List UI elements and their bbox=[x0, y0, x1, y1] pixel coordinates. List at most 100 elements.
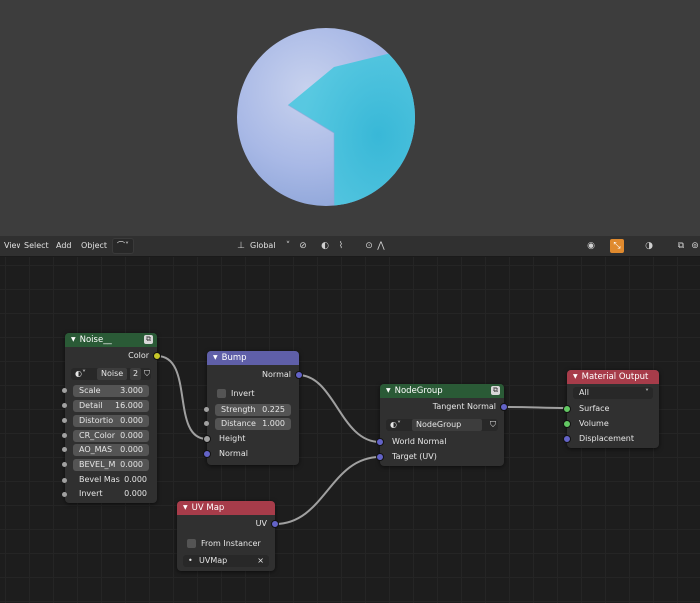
color-output-socket[interactable] bbox=[153, 352, 161, 360]
slot-dropdown[interactable]: ⌒˅ bbox=[112, 238, 134, 254]
from-instancer-checkbox[interactable] bbox=[187, 539, 196, 548]
strength-socket[interactable] bbox=[204, 407, 209, 412]
node-title: Material Output bbox=[581, 372, 649, 382]
overlay-icon[interactable]: ⧉ bbox=[674, 239, 688, 253]
volume-input: Volume bbox=[563, 417, 659, 431]
node-title: UV Map bbox=[191, 503, 225, 513]
world-normal-socket[interactable] bbox=[376, 438, 384, 446]
socket-label: Color bbox=[128, 351, 149, 360]
uv-icon: • bbox=[188, 556, 193, 565]
snap-target-icon[interactable]: ⌇ bbox=[334, 239, 348, 253]
node-group-icon: ⧉ bbox=[144, 335, 153, 344]
normal-input-socket[interactable] bbox=[203, 450, 211, 458]
input-socket[interactable] bbox=[62, 418, 67, 423]
distance-socket[interactable] bbox=[204, 421, 209, 426]
collapse-icon[interactable]: ▼ bbox=[213, 354, 218, 361]
object-menu[interactable]: Object bbox=[77, 239, 112, 253]
distortion-field[interactable]: Distortio 0.000 bbox=[73, 415, 149, 427]
collapse-icon[interactable]: ▼ bbox=[71, 336, 76, 343]
scale-field[interactable]: Scale 3.000 bbox=[73, 385, 149, 397]
strength-field[interactable]: Strength 0.225 bbox=[215, 404, 291, 416]
normal-input: Normal bbox=[203, 447, 299, 461]
node-editor-canvas[interactable]: ▼ Noise__ ⧉ Color ◐˅ Noise 2 ⛉ Scale 3.000… bbox=[0, 257, 700, 603]
gizmo-toggle-icon[interactable]: ⤡ bbox=[610, 239, 624, 253]
input-socket[interactable] bbox=[62, 388, 67, 393]
height-input: Height bbox=[203, 432, 299, 446]
invert-input[interactable]: Invert 0.000 bbox=[62, 487, 157, 501]
output-uv: UV bbox=[177, 517, 279, 531]
xray-icon[interactable]: ⊚ bbox=[688, 239, 700, 253]
shading-icon[interactable]: ◑ bbox=[642, 239, 656, 253]
collapse-icon[interactable]: ▼ bbox=[573, 373, 578, 380]
node-tree-icon: ◐˅ bbox=[390, 420, 401, 429]
target-uv-input: Target (UV) bbox=[376, 450, 504, 464]
falloff-curve-icon[interactable]: ⋀ bbox=[374, 239, 388, 253]
add-menu[interactable]: Add bbox=[52, 239, 76, 253]
node-group-selector[interactable]: ◐˅ Noise 2 ⛉ bbox=[71, 368, 151, 380]
displacement-input: Displacement bbox=[563, 432, 659, 446]
nodegroup-node[interactable]: ▼ NodeGroup ⧉ Tangent Normal ◐˅ NodeGroup… bbox=[376, 384, 508, 466]
bevel-m-field[interactable]: BEVEL_M 0.000 bbox=[73, 459, 149, 471]
invert-checkbox-row[interactable]: Invert bbox=[207, 387, 299, 401]
volume-socket[interactable] bbox=[563, 420, 571, 428]
chevron-down-icon: ˅ bbox=[285, 241, 291, 251]
collapse-icon[interactable]: ▼ bbox=[183, 504, 188, 511]
node-title: NodeGroup bbox=[394, 386, 443, 396]
invert-checkbox[interactable] bbox=[217, 389, 226, 398]
bump-node[interactable]: ▼ Bump Normal Invert Strength 0.225 Distan… bbox=[203, 351, 303, 465]
target-dropdown[interactable]: All ˅ bbox=[573, 387, 653, 399]
cr-color-field[interactable]: CR_Color 0.000 bbox=[73, 430, 149, 442]
uv-map-selector[interactable]: • UVMap × bbox=[183, 555, 269, 567]
visibility-icon[interactable]: ◉ bbox=[584, 239, 598, 253]
group-name: NodeGroup bbox=[412, 419, 482, 431]
node-header[interactable]: ▼ UV Map bbox=[177, 501, 275, 515]
world-normal-input: World Normal bbox=[376, 435, 504, 449]
collapse-icon[interactable]: ▼ bbox=[386, 387, 391, 394]
node-header[interactable]: ▼ Bump bbox=[207, 351, 299, 365]
node-header[interactable]: ▼ Noise__ ⧉ bbox=[65, 333, 157, 347]
node-tree-icon: ◐˅ bbox=[75, 369, 86, 378]
input-socket[interactable] bbox=[62, 403, 67, 408]
node-title: Noise__ bbox=[79, 335, 112, 345]
tangent-output-socket[interactable] bbox=[500, 403, 508, 411]
3d-viewport[interactable] bbox=[0, 0, 700, 236]
noise-group-node[interactable]: ▼ Noise__ ⧉ Color ◐˅ Noise 2 ⛉ Scale 3.000… bbox=[62, 333, 161, 503]
target-uv-socket[interactable] bbox=[376, 453, 384, 461]
node-group-icon: ⧉ bbox=[491, 386, 500, 395]
surface-socket[interactable] bbox=[563, 405, 571, 413]
input-socket[interactable] bbox=[62, 433, 67, 438]
input-socket[interactable] bbox=[62, 462, 67, 467]
uv-map-node[interactable]: ▼ UV Map UV From Instancer • UVMap × bbox=[177, 501, 279, 571]
link-tangent-to-surface bbox=[503, 406, 568, 409]
chevron-down-icon: ˅ bbox=[645, 388, 649, 397]
normal-output-socket[interactable] bbox=[295, 371, 303, 379]
surface-input: Surface bbox=[563, 402, 659, 416]
bevel-mas-input[interactable]: Bevel Mas 0.000 bbox=[62, 473, 157, 487]
output-normal: Normal bbox=[207, 368, 303, 382]
node-header[interactable]: ▼ NodeGroup ⧉ bbox=[380, 384, 504, 398]
transform-orientation-dropdown[interactable]: Global bbox=[246, 239, 280, 253]
uv-output-socket[interactable] bbox=[271, 520, 279, 528]
input-socket[interactable] bbox=[62, 447, 67, 452]
link-bump-normal-to-world-normal bbox=[297, 374, 381, 443]
node-header[interactable]: ▼ Material Output bbox=[567, 370, 659, 384]
node-editor-header: View Select Add Object ⌒˅ ⊥ Global ˅ ⊘ ◐… bbox=[0, 236, 700, 257]
distance-field[interactable]: Distance 1.000 bbox=[215, 418, 291, 430]
user-count: 2 bbox=[130, 368, 142, 380]
from-instancer-row[interactable]: From Instancer bbox=[177, 537, 275, 551]
detail-field[interactable]: Detail 16.000 bbox=[73, 400, 149, 412]
material-output-node[interactable]: ▼ Material Output All ˅ Surface Volume Di… bbox=[563, 370, 659, 448]
close-icon[interactable]: × bbox=[257, 555, 264, 567]
pivot-point-icon[interactable]: ⊘ bbox=[296, 239, 310, 253]
ao-mas-field[interactable]: AO_MAS 0.000 bbox=[73, 444, 149, 456]
fake-user-icon[interactable]: ⛉ bbox=[490, 419, 496, 431]
material-preview-sphere bbox=[237, 28, 415, 206]
snap-icon[interactable]: ◐ bbox=[318, 239, 332, 253]
link-noise-color-to-bump-height bbox=[156, 355, 208, 440]
fake-user-icon[interactable]: ⛉ bbox=[144, 368, 150, 380]
select-menu[interactable]: Select bbox=[20, 239, 53, 253]
displacement-socket[interactable] bbox=[563, 435, 571, 443]
output-tangent-normal: Tangent Normal bbox=[380, 400, 508, 414]
node-group-selector[interactable]: ◐˅ NodeGroup ⛉ bbox=[386, 419, 498, 431]
height-input-socket[interactable] bbox=[203, 435, 211, 443]
